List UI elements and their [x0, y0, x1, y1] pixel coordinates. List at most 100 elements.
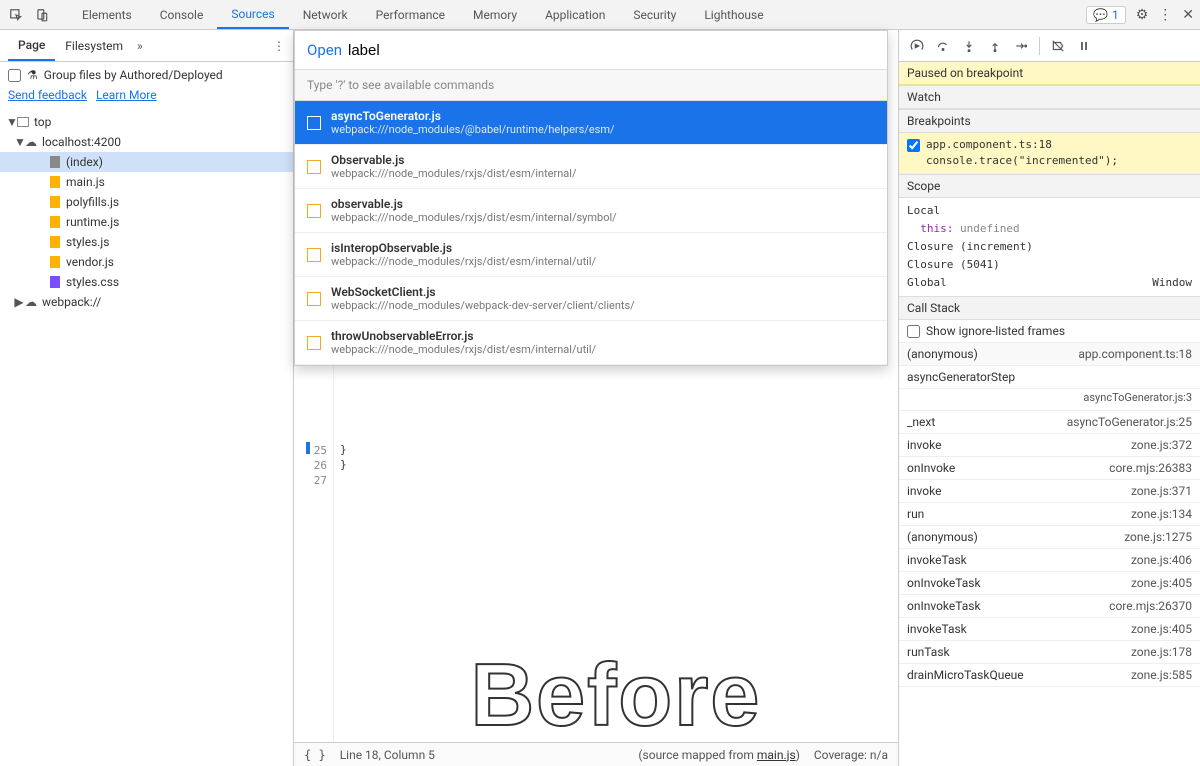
- editor-statusbar: { } Line 18, Column 5 (source mapped fro…: [294, 742, 898, 766]
- group-checkbox[interactable]: [8, 69, 21, 82]
- tab-sources[interactable]: Sources: [217, 0, 288, 29]
- frame-location: zone.js:372: [1131, 438, 1192, 452]
- quick-open-item-path: webpack:///node_modules/@babel/runtime/h…: [331, 123, 615, 136]
- pretty-print-icon[interactable]: { }: [304, 748, 326, 762]
- callstack-frame[interactable]: invokezone.js:371: [899, 480, 1200, 503]
- inspect-icon[interactable]: [6, 5, 26, 25]
- quick-open-list[interactable]: asyncToGenerator.jswebpack:///node_modul…: [295, 101, 887, 365]
- more-icon[interactable]: ⋮: [1158, 7, 1172, 23]
- quick-open-item[interactable]: throwUnobservableError.jswebpack:///node…: [295, 321, 887, 365]
- quick-open-item-path: webpack:///node_modules/rxjs/dist/esm/in…: [331, 167, 577, 180]
- show-ignore-row[interactable]: Show ignore-listed frames: [899, 320, 1200, 343]
- close-icon[interactable]: ✕: [1182, 7, 1194, 23]
- callstack-frame[interactable]: asyncGeneratorStep: [899, 366, 1200, 389]
- scope-header[interactable]: Scope: [899, 174, 1200, 198]
- group-label: Group files by Authored/Deployed: [44, 68, 223, 82]
- tab-performance[interactable]: Performance: [362, 0, 459, 29]
- callstack-frame[interactable]: onInvokeTaskcore.mjs:26370: [899, 595, 1200, 618]
- quick-open-item-title: asyncToGenerator.js: [331, 109, 615, 123]
- quick-open-item[interactable]: asyncToGenerator.jswebpack:///node_modul…: [295, 101, 887, 145]
- watermark-label: Before: [471, 687, 762, 702]
- frame-location: core.mjs:26383: [1109, 461, 1192, 475]
- show-ignore-checkbox[interactable]: [907, 325, 920, 338]
- subtab-more-icon[interactable]: »: [137, 39, 143, 53]
- callstack-frame[interactable]: invoke zone.js:372: [899, 434, 1200, 457]
- watch-header[interactable]: Watch: [899, 85, 1200, 109]
- tab-elements[interactable]: Elements: [68, 0, 146, 29]
- subtab-page[interactable]: Page: [8, 30, 55, 61]
- breakpoints-header[interactable]: Breakpoints: [899, 109, 1200, 133]
- deactivate-breakpoints-icon[interactable]: [1050, 38, 1066, 54]
- tree-file-index[interactable]: (index): [0, 152, 293, 172]
- frame-function: invoke: [907, 484, 941, 498]
- callstack-frame[interactable]: (anonymous)zone.js:1275: [899, 526, 1200, 549]
- resume-icon[interactable]: [909, 38, 925, 54]
- callstack-frame[interactable]: invokeTask zone.js:405: [899, 618, 1200, 641]
- frame-function: drainMicroTaskQueue: [907, 668, 1024, 682]
- tab-network[interactable]: Network: [289, 0, 362, 29]
- sourcemap-file-link[interactable]: main.js: [757, 748, 796, 762]
- callstack-frame[interactable]: (anonymous)app.component.ts:18: [899, 343, 1200, 366]
- step-icon[interactable]: [1013, 38, 1029, 54]
- learn-more-link[interactable]: Learn More: [96, 88, 157, 102]
- breakpoint-item[interactable]: app.component.ts:18 console.trace("incre…: [899, 133, 1200, 174]
- tree-webpack[interactable]: ▶☁webpack://: [0, 292, 293, 312]
- quick-open-input[interactable]: [348, 42, 875, 59]
- callstack-frame[interactable]: invokeTaskzone.js:406: [899, 549, 1200, 572]
- file-icon: [307, 292, 321, 306]
- step-into-icon[interactable]: [961, 38, 977, 54]
- devtools-toolbar: Elements Console Sources Network Perform…: [0, 0, 1200, 30]
- callstack-header[interactable]: Call Stack: [899, 296, 1200, 320]
- tree-file-stylescss[interactable]: styles.css: [0, 272, 293, 292]
- tab-lighthouse[interactable]: Lighthouse: [690, 0, 777, 29]
- frame-location: zone.js:134: [1131, 507, 1192, 521]
- tree-file-polyfills[interactable]: polyfills.js: [0, 192, 293, 212]
- quick-open-item[interactable]: isInteropObservable.jswebpack:///node_mo…: [295, 233, 887, 277]
- file-icon: [307, 248, 321, 262]
- callstack-frame[interactable]: onInvokecore.mjs:26383: [899, 457, 1200, 480]
- subtab-menu-icon[interactable]: ⋮: [273, 39, 285, 53]
- subtab-filesystem[interactable]: Filesystem: [55, 30, 133, 61]
- experiment-icon: ⚗: [27, 68, 38, 82]
- editor-panel: Open Type '?' to see available commands …: [294, 30, 898, 766]
- quick-open-item[interactable]: Observable.jswebpack:///node_modules/rxj…: [295, 145, 887, 189]
- tree-host[interactable]: ▼☁localhost:4200: [0, 132, 293, 152]
- issues-count: 1: [1112, 8, 1119, 22]
- tab-memory[interactable]: Memory: [459, 0, 531, 29]
- sourcemap-label: (source mapped from main.js): [638, 748, 799, 762]
- frame-function: invoke: [907, 438, 941, 452]
- tab-application[interactable]: Application: [531, 0, 619, 29]
- callstack-frame[interactable]: runTaskzone.js:178: [899, 641, 1200, 664]
- settings-icon[interactable]: ⚙: [1136, 7, 1149, 23]
- feedback-link[interactable]: Send feedback: [8, 88, 87, 102]
- callstack-frame[interactable]: drainMicroTaskQueue zone.js:585: [899, 664, 1200, 687]
- tree-top[interactable]: ▼top: [0, 112, 293, 132]
- quick-open-item[interactable]: observable.jswebpack:///node_modules/rxj…: [295, 189, 887, 233]
- issues-badge[interactable]: 💬 1: [1086, 6, 1126, 24]
- frame-function: invokeTask: [907, 622, 967, 636]
- frame-sublocation: asyncToGenerator.js:3: [899, 389, 1200, 411]
- frame-location: core.mjs:26370: [1109, 599, 1192, 613]
- device-icon[interactable]: [32, 5, 52, 25]
- tree-file-vendor[interactable]: vendor.js: [0, 252, 293, 272]
- quick-open-item[interactable]: WebSocketClient.jswebpack:///node_module…: [295, 277, 887, 321]
- tab-console[interactable]: Console: [146, 0, 218, 29]
- pause-exceptions-icon[interactable]: [1076, 38, 1092, 54]
- breakpoint-checkbox[interactable]: [907, 139, 920, 152]
- callstack-frame[interactable]: _nextasyncToGenerator.js:25: [899, 411, 1200, 434]
- callstack-frame[interactable]: onInvokeTaskzone.js:405: [899, 572, 1200, 595]
- step-out-icon[interactable]: [987, 38, 1003, 54]
- tree-file-main[interactable]: main.js: [0, 172, 293, 192]
- step-over-icon[interactable]: [935, 38, 951, 54]
- frame-location: zone.js:405: [1131, 622, 1192, 636]
- file-icon: [307, 204, 321, 218]
- quick-open-label: Open: [307, 41, 342, 59]
- callstack-frame[interactable]: runzone.js:134: [899, 503, 1200, 526]
- quick-open-hint: Type '?' to see available commands: [295, 69, 887, 101]
- tree-file-runtime[interactable]: runtime.js: [0, 212, 293, 232]
- quick-open-item-path: webpack:///node_modules/rxjs/dist/esm/in…: [331, 343, 596, 356]
- tab-security[interactable]: Security: [619, 0, 690, 29]
- navigator-panel: Page Filesystem » ⋮ ⚗ Group files by Aut…: [0, 30, 294, 766]
- frame-location: zone.js:585: [1131, 668, 1192, 682]
- tree-file-stylesjs[interactable]: styles.js: [0, 232, 293, 252]
